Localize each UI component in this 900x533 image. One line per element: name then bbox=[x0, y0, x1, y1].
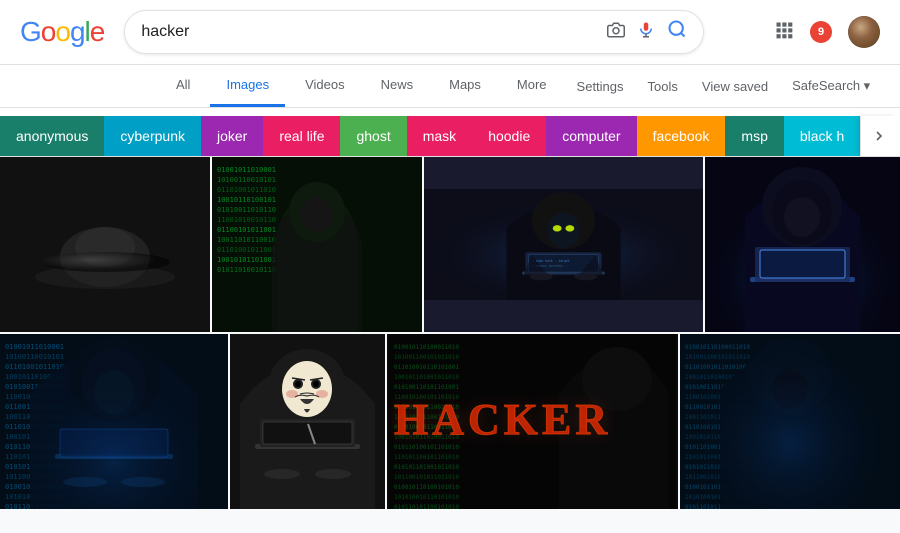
svg-text:11001010010110: 11001010010110 bbox=[217, 216, 276, 224]
chip-real-life[interactable]: real life bbox=[263, 116, 340, 156]
logo-e: e bbox=[90, 16, 105, 48]
settings-link[interactable]: Settings bbox=[567, 67, 634, 106]
svg-text:110101100101101010: 110101100101101010 bbox=[394, 454, 459, 461]
svg-text:100101101001011010: 100101101001011010 bbox=[394, 374, 459, 381]
svg-text:01010011010110: 01010011010110 bbox=[217, 206, 276, 214]
mic-icon[interactable] bbox=[637, 21, 655, 44]
image-6[interactable] bbox=[230, 334, 385, 509]
tools-link[interactable]: Tools bbox=[638, 67, 688, 106]
svg-text:01100101011001: 01100101011001 bbox=[217, 226, 276, 234]
logo-o1: o bbox=[41, 16, 56, 48]
tab-images[interactable]: Images bbox=[210, 65, 285, 107]
svg-text:HACKER: HACKER bbox=[394, 395, 611, 444]
chip-cyberpunk[interactable]: cyberpunk bbox=[104, 116, 201, 156]
safesearch-link[interactable]: SafeSearch ▾ bbox=[782, 66, 880, 106]
tab-more[interactable]: More bbox=[501, 65, 563, 107]
image-4[interactable] bbox=[705, 157, 900, 332]
search-input[interactable] bbox=[141, 23, 597, 41]
image-2[interactable]: 01001011010001 10100110010101 0110100101… bbox=[212, 157, 422, 332]
image-7[interactable]: 010010110100011010 101001100101011010 01… bbox=[387, 334, 678, 509]
chip-ghost[interactable]: ghost bbox=[340, 116, 406, 156]
tab-all[interactable]: All bbox=[160, 65, 206, 107]
avatar-image bbox=[848, 16, 880, 48]
svg-text:10010110100101: 10010110100101 bbox=[217, 196, 276, 204]
image-1[interactable] bbox=[0, 157, 210, 332]
filter-next-arrow[interactable] bbox=[860, 116, 896, 156]
svg-text:010110100101101010: 010110100101101010 bbox=[394, 444, 459, 451]
svg-text:01001011010001: 01001011010001 bbox=[217, 166, 276, 174]
notification-badge[interactable]: 9 bbox=[810, 21, 832, 43]
search-icons bbox=[607, 19, 687, 45]
svg-text:010101101001011010: 010101101001011010 bbox=[394, 464, 459, 471]
tab-maps[interactable]: Maps bbox=[433, 65, 497, 107]
chip-anonymous[interactable]: anonymous bbox=[0, 116, 104, 156]
image-3[interactable]: > sudo hack --target > access granted... bbox=[424, 157, 703, 332]
svg-text:01101001011010: 01101001011010 bbox=[217, 186, 276, 194]
svg-text:101010010110101010: 101010010110101010 bbox=[394, 494, 459, 501]
image-row-1: 01001011010001 10100110010101 0110100101… bbox=[0, 157, 900, 332]
header-right: 9 bbox=[774, 16, 880, 48]
svg-text:10100110010101: 10100110010101 bbox=[5, 353, 64, 361]
view-saved-link[interactable]: View saved bbox=[692, 67, 778, 106]
svg-text:010110101100101010: 010110101100101010 bbox=[394, 504, 459, 509]
logo-o2: o bbox=[55, 16, 70, 48]
tab-news[interactable]: News bbox=[365, 65, 430, 107]
svg-text:01011010010110: 01011010010110 bbox=[217, 266, 276, 274]
chip-mask[interactable]: mask bbox=[407, 116, 472, 156]
svg-text:011010010110101001: 011010010110101001 bbox=[394, 364, 459, 371]
camera-icon[interactable] bbox=[607, 21, 625, 44]
google-logo: Google bbox=[20, 16, 104, 48]
chip-joker[interactable]: joker bbox=[201, 116, 263, 156]
header: Google bbox=[0, 0, 900, 65]
image-8[interactable]: 010010110100011010 101001100101011010 01… bbox=[680, 334, 900, 509]
search-bar bbox=[124, 10, 704, 54]
filter-bar: anonymous cyberpunk joker real life ghos… bbox=[0, 108, 900, 157]
svg-text:01101001011001: 01101001011001 bbox=[217, 246, 276, 254]
tab-videos[interactable]: Videos bbox=[289, 65, 361, 107]
image-5[interactable]: 01001011010001 10100110010101 0110100101… bbox=[0, 334, 228, 509]
svg-text:01001011010001: 01001011010001 bbox=[5, 343, 64, 351]
chip-hoodie[interactable]: hoodie bbox=[472, 116, 546, 156]
svg-text:010010110100101010: 010010110100101010 bbox=[394, 484, 459, 491]
grid-icon[interactable] bbox=[774, 20, 794, 45]
logo-g1: G bbox=[20, 16, 41, 48]
chip-black-h[interactable]: black h bbox=[784, 116, 860, 156]
svg-text:101001100101011010: 101001100101011010 bbox=[394, 354, 459, 361]
image-grid: 01001011010001 10100110010101 0110100101… bbox=[0, 157, 900, 509]
chip-facebook[interactable]: facebook bbox=[637, 116, 726, 156]
chip-computer[interactable]: computer bbox=[546, 116, 636, 156]
svg-text:10010101101001: 10010101101001 bbox=[217, 256, 276, 264]
svg-text:101100101011011010: 101100101011011010 bbox=[394, 474, 459, 481]
avatar[interactable] bbox=[848, 16, 880, 48]
svg-text:10011010110010: 10011010110010 bbox=[217, 236, 276, 244]
logo-g2: g bbox=[70, 16, 85, 48]
svg-text:010100110101101001: 010100110101101001 bbox=[394, 384, 459, 391]
image-row-2: 01001011010001 10100110010101 0110100101… bbox=[0, 334, 900, 509]
svg-text:10100110010101: 10100110010101 bbox=[217, 176, 276, 184]
nav-right: Settings Tools View saved SafeSearch ▾ bbox=[567, 66, 881, 106]
svg-text:01101001011010: 01101001011010 bbox=[5, 363, 64, 371]
svg-text:010010110100011010: 010010110100011010 bbox=[394, 344, 459, 351]
nav-tabs: All Images Videos News Maps More Setting… bbox=[0, 65, 900, 108]
search-icon[interactable] bbox=[667, 19, 687, 45]
chip-msp[interactable]: msp bbox=[725, 116, 783, 156]
